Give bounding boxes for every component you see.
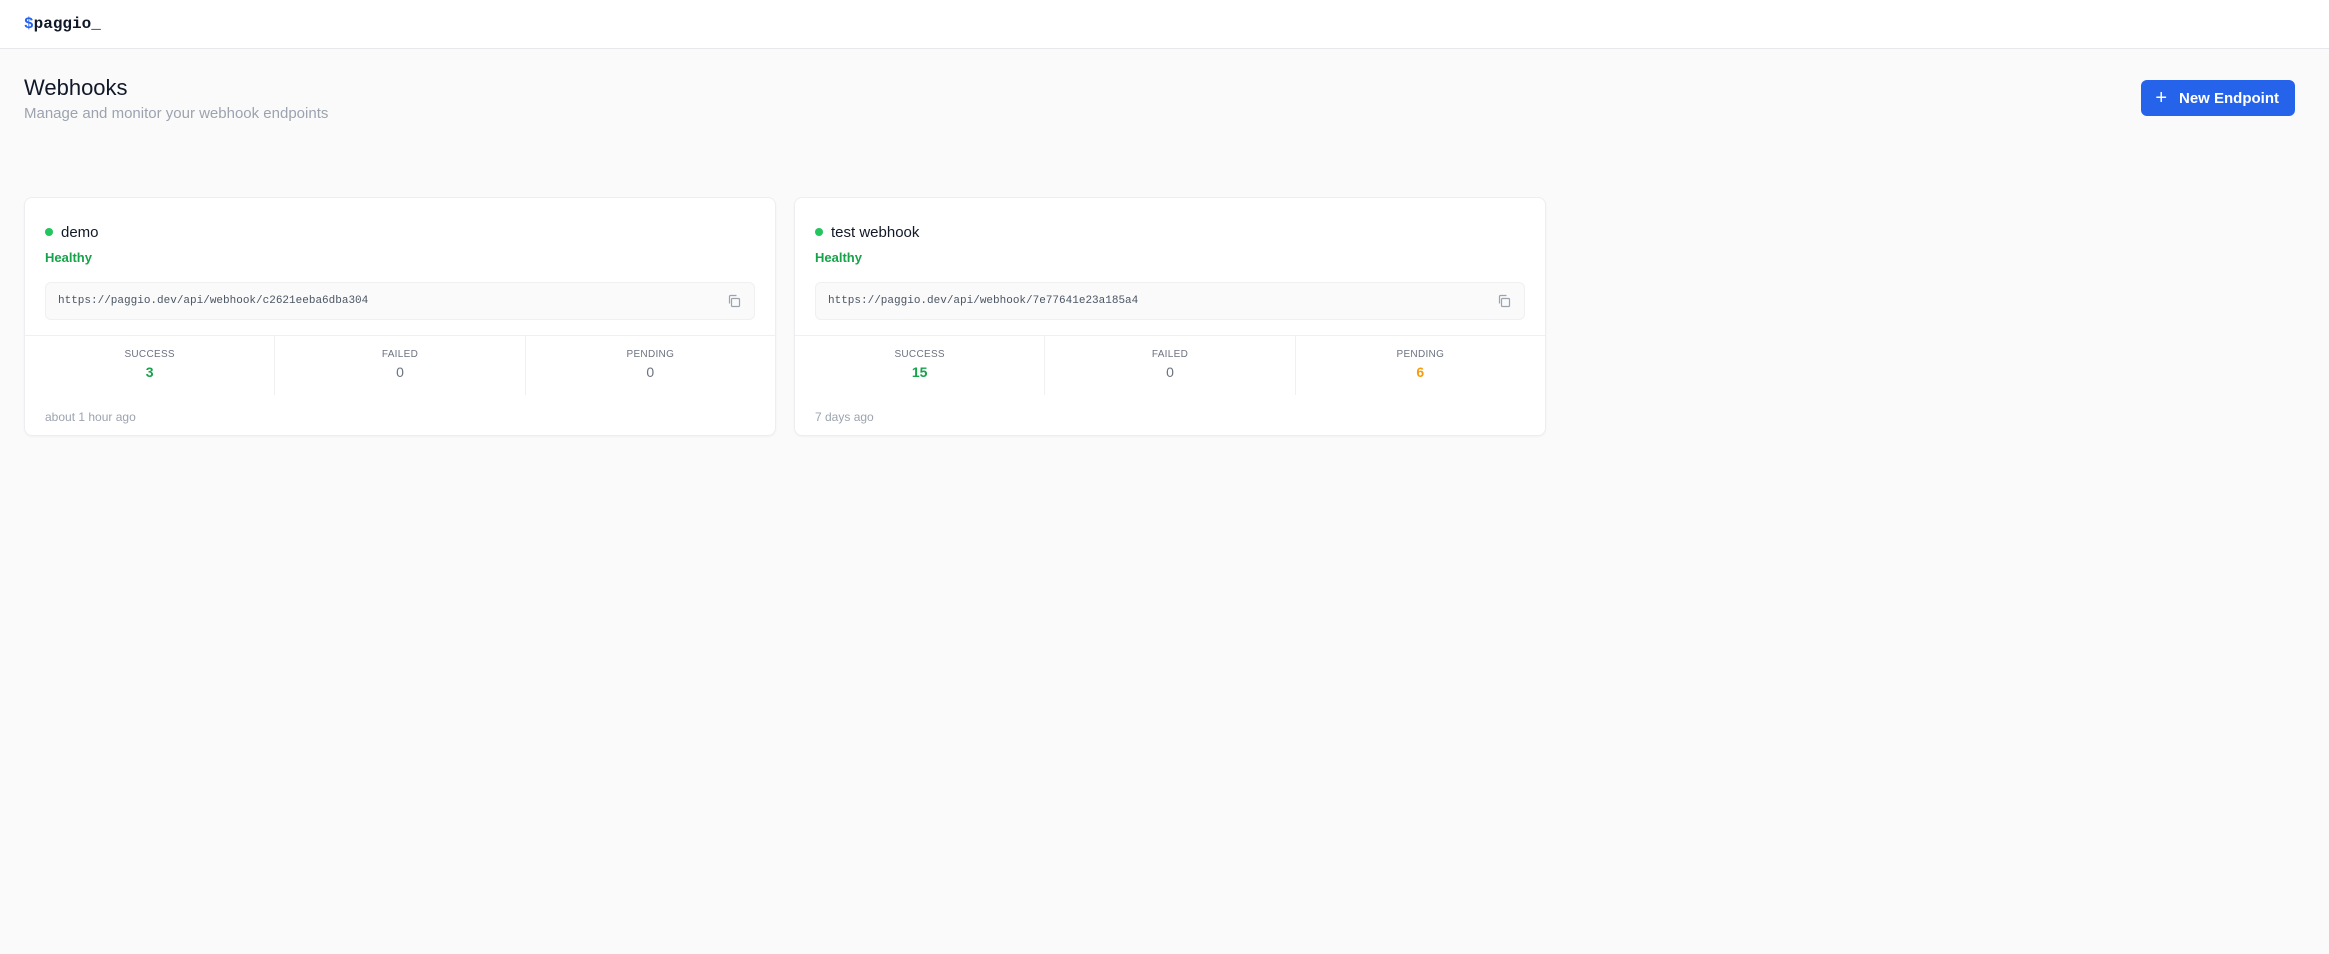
logo-text: paggio_ — [33, 15, 101, 33]
page-header: Webhooks Manage and monitor your webhook… — [24, 49, 2305, 197]
stat-pending: PENDING 0 — [526, 336, 775, 395]
logo-prefix: $ — [24, 15, 34, 33]
webhook-url: https://paggio.dev/api/webhook/7e77641e2… — [828, 295, 1139, 307]
stat-failed: FAILED 0 — [275, 336, 526, 395]
stat-label: SUCCESS — [894, 349, 945, 360]
stat-label: PENDING — [626, 349, 675, 360]
stat-value: 0 — [1166, 364, 1174, 380]
stat-label: FAILED — [381, 349, 419, 360]
stat-failed: FAILED 0 — [1045, 336, 1296, 395]
webhook-name: demo — [61, 223, 99, 241]
stat-value: 6 — [1416, 364, 1425, 380]
copy-icon[interactable] — [726, 293, 742, 309]
stat-pending: PENDING 6 — [1296, 336, 1545, 395]
webhook-card-list: demo Healthy https://paggio.dev/api/webh… — [24, 197, 2305, 436]
main-content: Webhooks Manage and monitor your webhook… — [0, 49, 2329, 436]
webhook-card-header: demo — [25, 198, 775, 242]
webhook-url-box: https://paggio.dev/api/webhook/7e77641e2… — [815, 282, 1525, 320]
webhook-card-header: test webhook — [795, 198, 1545, 242]
stat-success: SUCCESS 3 — [25, 336, 276, 395]
health-status: Healthy — [815, 250, 862, 265]
webhook-url-box: https://paggio.dev/api/webhook/c2621eeba… — [45, 282, 755, 320]
stat-value: 3 — [145, 364, 154, 380]
webhook-stats: SUCCESS 15 FAILED 0 PENDING 6 — [795, 335, 1545, 395]
health-status: Healthy — [45, 250, 92, 265]
page-title: Webhooks — [24, 75, 128, 100]
stat-label: FAILED — [1151, 349, 1189, 360]
stat-value: 0 — [396, 364, 404, 380]
stat-value: 15 — [911, 364, 928, 380]
status-dot-icon — [815, 228, 823, 236]
stat-value: 0 — [646, 364, 655, 380]
logo[interactable]: $ paggio_ — [24, 15, 101, 33]
new-endpoint-button[interactable]: + New Endpoint — [2141, 80, 2295, 116]
webhook-stats: SUCCESS 3 FAILED 0 PENDING 0 — [25, 335, 775, 395]
plus-icon: + — [2155, 87, 2167, 109]
stat-success: SUCCESS 15 — [795, 336, 1046, 395]
copy-icon[interactable] — [1496, 293, 1512, 309]
last-updated: 7 days ago — [815, 410, 874, 424]
webhook-card[interactable]: test webhook Healthy https://paggio.dev/… — [794, 197, 1546, 436]
stat-label: SUCCESS — [124, 349, 175, 360]
top-bar: $ paggio_ — [0, 0, 2329, 49]
webhook-card[interactable]: demo Healthy https://paggio.dev/api/webh… — [24, 197, 776, 436]
status-dot-icon — [45, 228, 53, 236]
last-updated: about 1 hour ago — [45, 410, 136, 424]
new-endpoint-label: New Endpoint — [2179, 89, 2279, 107]
page-subtitle: Manage and monitor your webhook endpoint… — [24, 105, 329, 122]
stat-label: PENDING — [1396, 349, 1445, 360]
webhook-name: test webhook — [831, 223, 920, 241]
webhook-url: https://paggio.dev/api/webhook/c2621eeba… — [58, 295, 369, 307]
